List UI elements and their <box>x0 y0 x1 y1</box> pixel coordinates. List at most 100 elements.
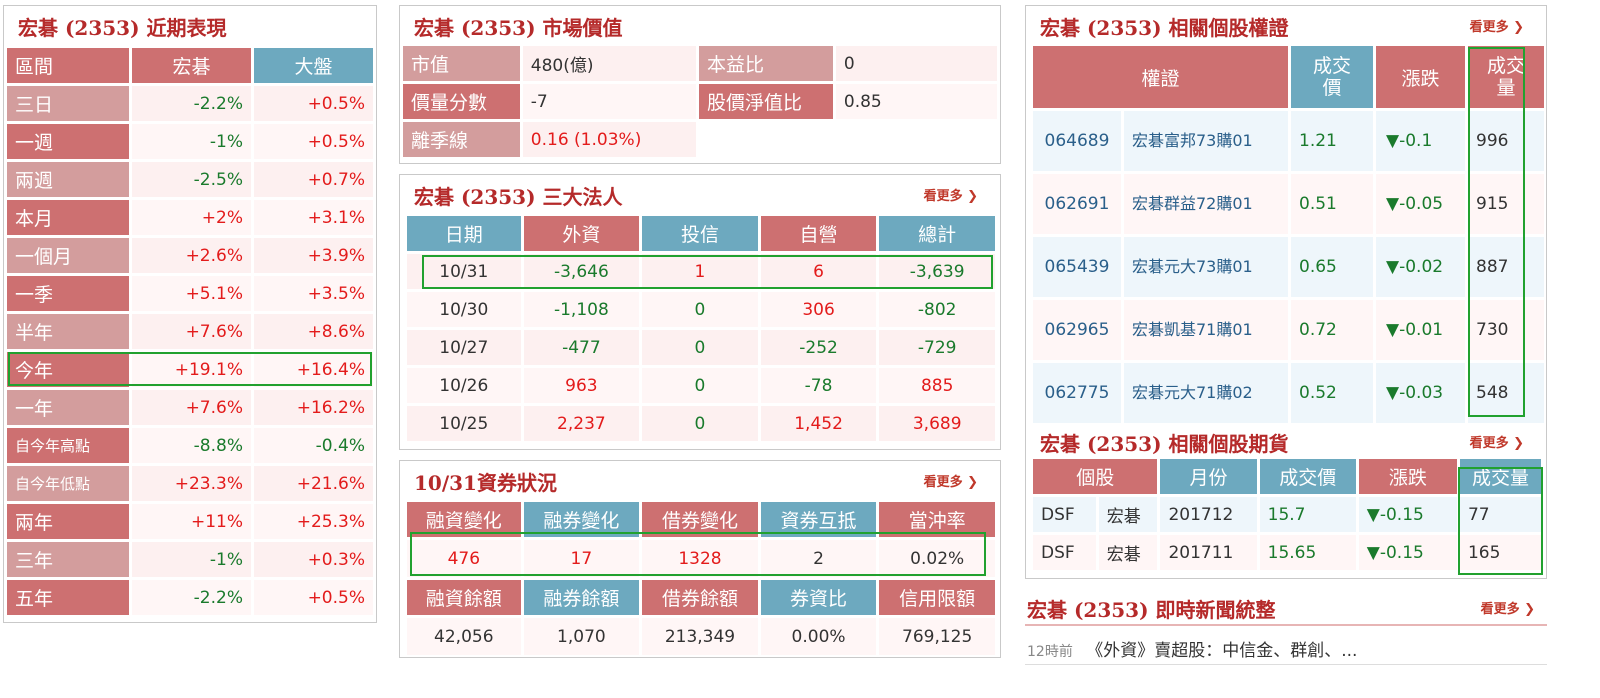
warrants-title-bar: 宏碁 (2353) 相關個股權證 看更多 ❯ <box>1026 6 1546 42</box>
perf-stock-value: -1% <box>132 124 251 159</box>
perf-row: 五年 -2.2% +0.5% <box>7 580 373 615</box>
warrant-row[interactable]: 062775 宏碁元大71購02 0.52 ▼-0.03 548 <box>1033 363 1545 423</box>
margin-balance-value: 0.00% <box>760 618 877 655</box>
perf-market-value: +0.5% <box>254 124 373 159</box>
inst-row: 10/27 -477 0 -252 -729 <box>407 330 995 365</box>
market-label: 市值 <box>403 46 520 81</box>
market-value-panel: 宏碁 (2353) 市場價值 市值 480(億) 本益比 0 價量分數 -7 股… <box>399 5 1001 164</box>
perf-period-label: 本月 <box>7 200 130 235</box>
warrants-header-volume: 成交量 <box>1468 46 1545 108</box>
margin-header: 融券變化 <box>523 502 640 537</box>
inst-cell: 10/30 <box>407 292 521 327</box>
perf-period-label: 三日 <box>7 86 130 121</box>
news-headline[interactable]: 《外資》賣超股：中信金、群創、... <box>1086 641 1357 661</box>
inst-header: 投信 <box>642 216 758 251</box>
perf-row: 半年 +7.6% +8.6% <box>7 314 373 349</box>
futures-change: ▼-0.15 <box>1358 535 1457 570</box>
futures-code[interactable]: DSF <box>1033 535 1096 570</box>
futures-month: 201711 <box>1160 535 1257 570</box>
warrant-volume: 730 <box>1468 300 1545 360</box>
margin-header: 借券變化 <box>642 502 758 537</box>
futures-header-change: 漲跌 <box>1358 459 1457 494</box>
warrant-name[interactable]: 宏碁富邦73購01 <box>1124 111 1289 171</box>
margin-more-link[interactable]: 看更多 ❯ <box>924 471 978 490</box>
news-item[interactable]: 12時前 《外資》賣超股：中信金、群創、... <box>1027 636 1357 661</box>
perf-stock-value: +2% <box>132 200 251 235</box>
institutional-table: 日期 外資 投信 自營 總計 10/31 -3,646 1 6 -3,639 10/30 -1,10… <box>404 213 998 444</box>
futures-month: 201712 <box>1160 497 1257 532</box>
perf-stock-value: +7.6% <box>132 390 251 425</box>
perf-row: 三年 -1% +0.3% <box>7 542 373 577</box>
warrant-code[interactable]: 062965 <box>1033 300 1121 360</box>
futures-code[interactable]: DSF <box>1033 497 1096 532</box>
perf-market-value: +21.6% <box>254 466 373 501</box>
perf-market-value: +3.1% <box>254 200 373 235</box>
futures-row[interactable]: DSF 宏碁 201712 15.7 ▼-0.15 77 <box>1033 497 1541 532</box>
perf-row: 一週 -1% +0.5% <box>7 124 373 159</box>
perf-period-label: 一週 <box>7 124 130 159</box>
warrant-row[interactable]: 064689 宏碁富邦73購01 1.21 ▼-0.1 996 <box>1033 111 1545 171</box>
warrant-name[interactable]: 宏碁元大71購02 <box>1124 363 1289 423</box>
warrant-code[interactable]: 064689 <box>1033 111 1121 171</box>
futures-header-month: 月份 <box>1160 459 1257 494</box>
futures-header-volume: 成交量 <box>1459 459 1541 494</box>
news-more-link[interactable]: 看更多 ❯ <box>1481 598 1535 617</box>
warrants-table: 權證 成交價 漲跌 成交量 064689 宏碁富邦73購01 1.21 ▼-0.… <box>1030 43 1547 426</box>
market-label: 本益比 <box>698 46 833 81</box>
warrants-more-link[interactable]: 看更多 ❯ <box>1470 16 1524 35</box>
warrant-row[interactable]: 062965 宏碁凱基71購01 0.72 ▼-0.01 730 <box>1033 300 1545 360</box>
perf-market-value: +16.4% <box>254 352 373 387</box>
warrants-header-price: 成交價 <box>1291 46 1374 108</box>
futures-price: 15.7 <box>1259 497 1356 532</box>
perf-stock-value: +2.6% <box>132 238 251 273</box>
news-divider <box>1025 664 1547 665</box>
perf-row: 兩年 +11% +25.3% <box>7 504 373 539</box>
inst-cell: 0 <box>642 292 758 327</box>
inst-header: 外資 <box>523 216 640 251</box>
warrant-code[interactable]: 065439 <box>1033 237 1121 297</box>
futures-table: 個股 月份 成交價 漲跌 成交量 DSF 宏碁 201712 15.7 ▼-0.… <box>1030 456 1544 573</box>
warrant-name[interactable]: 宏碁元大73購01 <box>1124 237 1289 297</box>
perf-row: 一季 +5.1% +3.5% <box>7 276 373 311</box>
inst-cell: 0 <box>642 368 758 403</box>
margin-change-value: 476 <box>407 540 521 577</box>
perf-period-label: 兩週 <box>7 162 130 197</box>
margin-balance-value: 42,056 <box>407 618 521 655</box>
warrant-name[interactable]: 宏碁凱基71購01 <box>1124 300 1289 360</box>
inst-cell: 3,689 <box>879 406 995 441</box>
inst-cell: -252 <box>760 330 877 365</box>
futures-header-stock: 個股 <box>1033 459 1158 494</box>
perf-stock-value: -1% <box>132 542 251 577</box>
market-value: -7 <box>522 84 696 119</box>
market-label: 股價淨值比 <box>698 84 833 119</box>
market-title: 宏碁 (2353) 市場價值 <box>414 16 623 40</box>
inst-row: 10/31 -3,646 1 6 -3,639 <box>407 254 995 289</box>
market-value: 0.85 <box>835 84 997 119</box>
futures-volume: 165 <box>1459 535 1541 570</box>
news-time: 12時前 <box>1027 644 1073 660</box>
warrant-code[interactable]: 062775 <box>1033 363 1121 423</box>
inst-row: 10/25 2,237 0 1,452 3,689 <box>407 406 995 441</box>
margin-balance-value: 213,349 <box>642 618 758 655</box>
margin-change-value: 1328 <box>642 540 758 577</box>
perf-period-label: 一個月 <box>7 238 130 273</box>
warrant-name[interactable]: 宏碁群益72購01 <box>1124 174 1289 234</box>
inst-row: 10/30 -1,108 0 306 -802 <box>407 292 995 327</box>
futures-name[interactable]: 宏碁 <box>1098 497 1158 532</box>
futures-name[interactable]: 宏碁 <box>1098 535 1158 570</box>
news-title-bar: 宏碁 (2353) 即時新聞統整 看更多 ❯ <box>1025 588 1547 626</box>
margin-change-value: 0.02% <box>879 540 995 577</box>
inst-title-bar: 宏碁 (2353) 三大法人 看更多 ❯ <box>400 175 1000 211</box>
inst-more-link[interactable]: 看更多 ❯ <box>924 185 978 204</box>
futures-more-link[interactable]: 看更多 ❯ <box>1470 432 1524 451</box>
perf-stock-value: +23.3% <box>132 466 251 501</box>
warrant-row[interactable]: 065439 宏碁元大73購01 0.65 ▼-0.02 887 <box>1033 237 1545 297</box>
perf-market-value: +0.5% <box>254 580 373 615</box>
warrant-row[interactable]: 062691 宏碁群益72購01 0.51 ▼-0.05 915 <box>1033 174 1545 234</box>
inst-cell: -1,108 <box>523 292 640 327</box>
perf-period-label: 三年 <box>7 542 130 577</box>
warrant-code[interactable]: 062691 <box>1033 174 1121 234</box>
derivatives-panel: 宏碁 (2353) 相關個股權證 看更多 ❯ 權證 成交價 漲跌 成交量 064… <box>1025 5 1547 579</box>
futures-row[interactable]: DSF 宏碁 201711 15.65 ▼-0.15 165 <box>1033 535 1541 570</box>
margin-table: 融資變化 融券變化 借券變化 資券互抵 當沖率 476 17 1328 2 0.02% 融資餘額… <box>404 499 998 658</box>
